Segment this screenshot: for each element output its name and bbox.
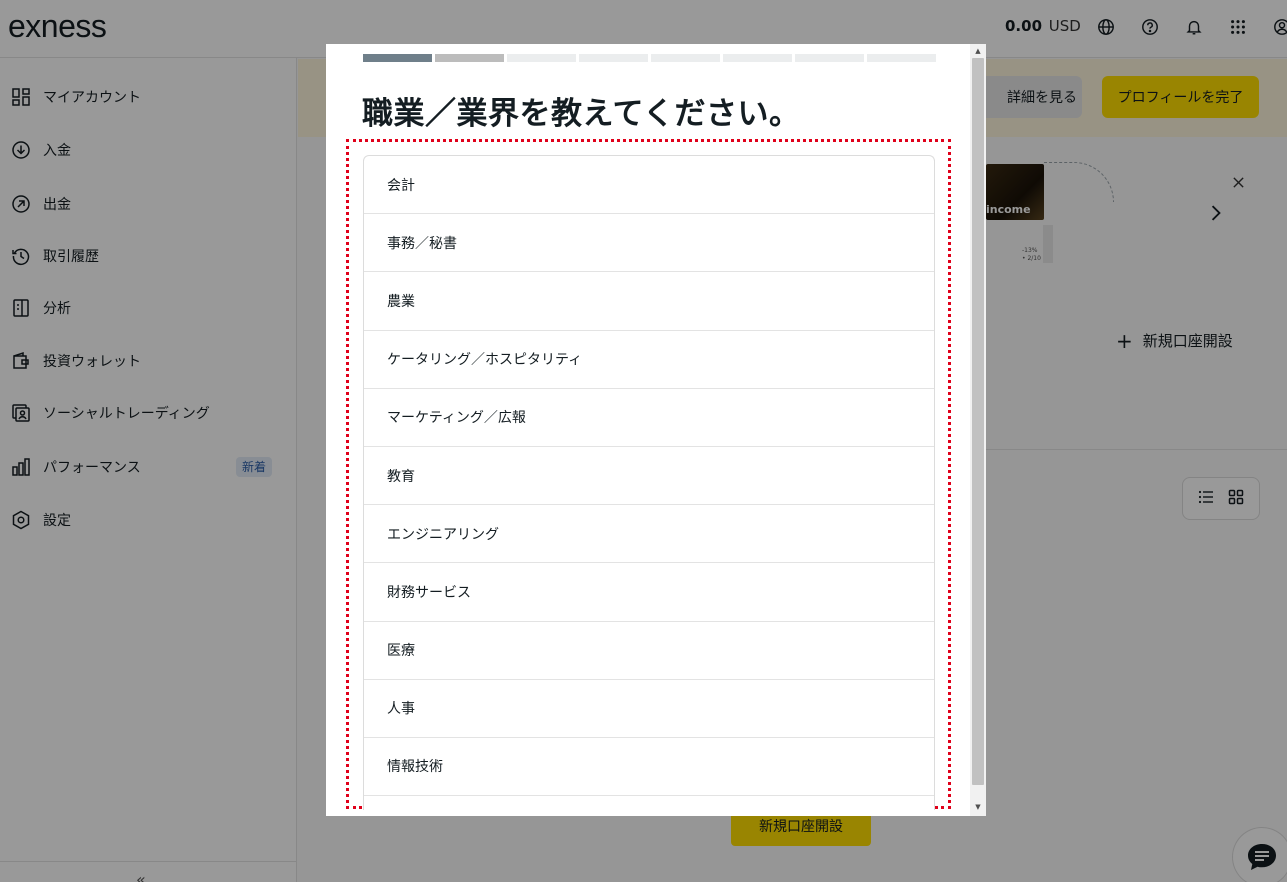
occupation-option[interactable]: エンジニアリング	[364, 505, 934, 564]
occupation-option[interactable]: 情報技術	[364, 738, 934, 797]
progress-segment	[651, 54, 720, 62]
progress-segment	[795, 54, 864, 62]
occupation-option[interactable]: 教育	[364, 447, 934, 506]
progress-segment	[867, 54, 936, 62]
occupation-options-list: 会計 事務／秘書 農業 ケータリング／ホスピタリティ マーケティング／広報 教育 エンジニア…	[363, 155, 935, 810]
scroll-up-arrow-icon[interactable]: ▲	[970, 46, 986, 56]
progress-bar	[363, 54, 936, 62]
occupation-modal: 職業／業界を教えてください。 会計 事務／秘書 農業 ケータリング／ホスピタリティ マー…	[326, 44, 986, 816]
occupation-option[interactable]: 人事	[364, 680, 934, 738]
progress-segment	[579, 54, 648, 62]
occupation-option[interactable]: 会計	[364, 156, 934, 215]
occupation-option[interactable]: マーケティング／広報	[364, 389, 934, 447]
progress-segment	[507, 54, 576, 62]
scroll-down-arrow-icon[interactable]: ▼	[970, 802, 986, 812]
progress-segment	[363, 54, 432, 62]
scroll-thumb[interactable]	[972, 58, 984, 785]
occupation-option[interactable]: 財務サービス	[364, 563, 934, 622]
progress-segment	[723, 54, 792, 62]
modal-title: 職業／業界を教えてください。	[362, 96, 801, 132]
modal-scrollbar[interactable]: ▲ ▼	[970, 44, 986, 816]
progress-segment	[435, 54, 504, 62]
occupation-option[interactable]: 農業	[364, 272, 934, 331]
occupation-option[interactable]: ケータリング／ホスピタリティ	[364, 331, 934, 389]
occupation-option[interactable]: 事務／秘書	[364, 214, 934, 273]
occupation-option[interactable]: 医療	[364, 622, 934, 680]
